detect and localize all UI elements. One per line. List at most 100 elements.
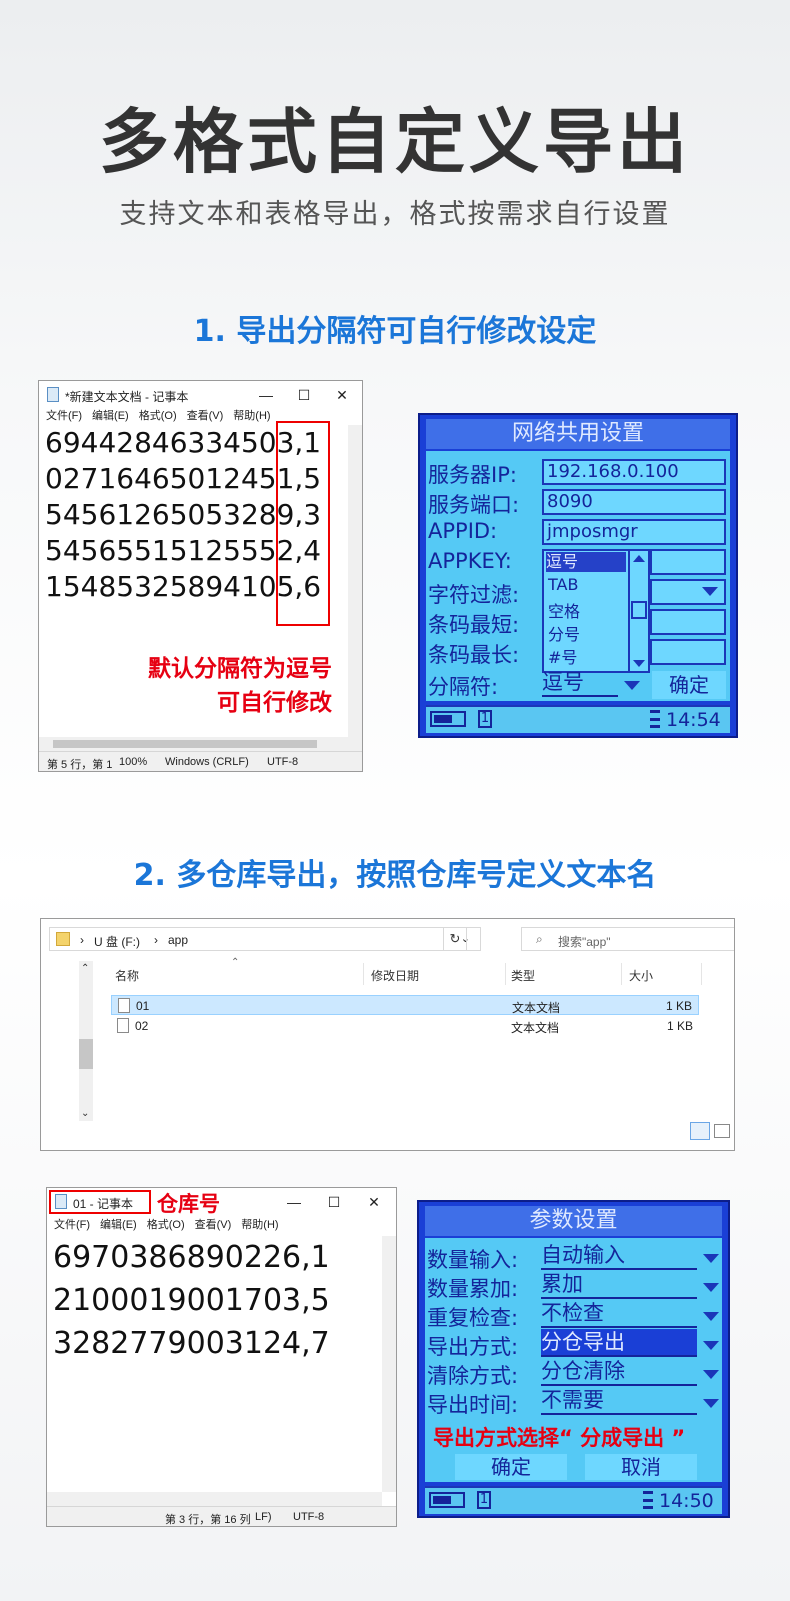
cancel-button[interactable]: 取消 xyxy=(585,1454,697,1480)
scroll-up-icon[interactable] xyxy=(633,555,645,562)
scroll-up-icon[interactable]: ⌃ xyxy=(81,963,89,974)
chevron-down-icon[interactable] xyxy=(703,1370,719,1379)
column-date[interactable]: 修改日期 xyxy=(371,967,419,984)
close-button[interactable]: ✕ xyxy=(324,383,360,407)
text-line: 2100019001703,5 xyxy=(53,1283,330,1318)
confirm-button[interactable]: 确定 xyxy=(652,671,726,699)
breadcrumb-drive[interactable]: U 盘 (F:) xyxy=(94,933,140,950)
separator-value[interactable]: 逗号 xyxy=(542,669,618,697)
minimize-button[interactable]: — xyxy=(276,1190,312,1214)
file-type: 文本文档 xyxy=(511,1021,560,1035)
notepad-text-area[interactable]: 6970386890226,1 2100019001703,5 32827790… xyxy=(53,1236,330,1365)
chevron-down-icon[interactable] xyxy=(703,1283,719,1292)
text-line: 3282779003124,7 xyxy=(53,1326,330,1361)
horizontal-scrollbar[interactable] xyxy=(39,737,348,751)
dropdown-scrollbar[interactable] xyxy=(628,551,648,671)
chevron-down-icon[interactable] xyxy=(703,1254,719,1263)
search-icon: ⌕ xyxy=(536,932,543,946)
appid-field[interactable]: jmposmgr xyxy=(542,519,726,545)
menu-file[interactable]: 文件(F) xyxy=(46,410,82,422)
lcd-clock: 14:54 xyxy=(666,709,721,731)
chevron-down-icon[interactable] xyxy=(703,1312,719,1321)
barcode-min-field[interactable] xyxy=(650,609,726,635)
column-size[interactable]: 大小 xyxy=(629,967,653,984)
breadcrumb-folder[interactable]: app xyxy=(168,933,188,947)
file-size: 1 KB xyxy=(665,999,692,1013)
duplicate-check-value[interactable]: 不检查 xyxy=(541,1300,697,1328)
nav-pane-scrollbar[interactable]: ⌃ ⌄ xyxy=(79,961,93,1121)
menu-view[interactable]: 查看(V) xyxy=(195,1219,232,1231)
chevron-down-icon[interactable] xyxy=(702,587,718,596)
lcd-label: APPKEY: xyxy=(428,549,512,573)
dropdown-option[interactable]: #号 xyxy=(548,644,577,668)
menu-edit[interactable]: 编辑(E) xyxy=(100,1219,137,1231)
column-type[interactable]: 类型 xyxy=(511,967,535,984)
lcd-header: 参数设置 xyxy=(425,1206,722,1236)
menu-format[interactable]: 格式(O) xyxy=(139,410,177,422)
qty-input-value[interactable]: 自动输入 xyxy=(541,1242,697,1270)
large-icons-view-icon[interactable] xyxy=(714,1124,730,1138)
maximize-button[interactable]: ☐ xyxy=(286,383,322,407)
scroll-down-icon[interactable] xyxy=(633,660,645,667)
address-bar[interactable]: › U 盘 (F:) › app ⌄ xyxy=(49,927,481,951)
sort-up-icon: ⌃ xyxy=(231,957,240,968)
server-port-field[interactable]: 8090 xyxy=(542,489,726,515)
file-row[interactable]: 02 文本文档 1 KB xyxy=(111,1016,699,1036)
refresh-icon[interactable]: ↻ xyxy=(443,927,467,951)
export-mode-value[interactable]: 分仓导出 xyxy=(541,1329,697,1357)
scroll-thumb[interactable] xyxy=(79,1039,93,1069)
battery-icon xyxy=(429,1492,465,1508)
lcd-label: 导出时间: xyxy=(427,1393,519,1417)
menu-format[interactable]: 格式(O) xyxy=(147,1219,185,1231)
clear-mode-value[interactable]: 分仓清除 xyxy=(541,1358,697,1386)
chevron-down-icon[interactable] xyxy=(624,681,640,690)
lcd-header: 网络共用设置 xyxy=(426,419,730,449)
vertical-scrollbar[interactable] xyxy=(348,425,362,751)
dropdown-option[interactable]: 分号 xyxy=(548,621,580,645)
dropdown-option[interactable]: 空格 xyxy=(548,598,580,622)
server-ip-field[interactable]: 192.168.0.100 xyxy=(542,459,726,485)
maximize-button[interactable]: ☐ xyxy=(316,1190,352,1214)
close-button[interactable]: ✕ xyxy=(356,1190,392,1214)
separator-dropdown-list[interactable]: 逗号 TAB 空格 分号 #号 xyxy=(542,549,650,673)
chevron-down-icon[interactable] xyxy=(703,1399,719,1408)
lcd-label: 重复检查: xyxy=(427,1306,519,1330)
status-zoom: 100% xyxy=(119,756,148,768)
file-row-selected[interactable]: 01 文本文档 1 KB xyxy=(111,995,699,1015)
folder-icon xyxy=(56,932,70,946)
search-input[interactable]: ⌕ 搜索"app" xyxy=(521,927,734,951)
dropdown-option-selected[interactable]: 逗号 xyxy=(546,552,626,572)
vertical-scrollbar[interactable] xyxy=(382,1236,396,1492)
details-view-icon[interactable] xyxy=(690,1122,710,1140)
minimize-button[interactable]: — xyxy=(248,383,284,407)
column-name[interactable]: 名称 xyxy=(115,967,139,984)
confirm-button[interactable]: 确定 xyxy=(455,1454,567,1480)
lcd-statusbar: 1 14:50 xyxy=(425,1486,722,1514)
status-eol: Windows (CRLF) xyxy=(165,756,249,768)
dropdown-option[interactable]: TAB xyxy=(548,575,578,594)
scroll-down-icon[interactable]: ⌄ xyxy=(81,1108,89,1119)
column-separator xyxy=(701,963,702,985)
menu-view[interactable]: 查看(V) xyxy=(187,410,224,422)
menu-help[interactable]: 帮助(H) xyxy=(233,410,270,422)
chevron-down-icon[interactable] xyxy=(703,1341,719,1350)
breadcrumb-sep-icon: › xyxy=(80,933,84,947)
menu-file[interactable]: 文件(F) xyxy=(54,1219,90,1231)
notepad-titlebar: 01 - 记事本 仓库号 — ☐ ✕ xyxy=(47,1188,396,1216)
export-time-value[interactable]: 不需要 xyxy=(541,1387,697,1415)
menu-edit[interactable]: 编辑(E) xyxy=(92,410,129,422)
horizontal-scrollbar[interactable] xyxy=(47,1492,382,1506)
scroll-thumb[interactable] xyxy=(631,601,647,619)
notepad-icon xyxy=(55,1194,67,1209)
battery-icon xyxy=(430,711,466,727)
lcd-label: 服务器IP: xyxy=(428,463,517,487)
menu-help[interactable]: 帮助(H) xyxy=(241,1219,278,1231)
appkey-field[interactable] xyxy=(650,549,726,575)
lcd-statusbar: 1 14:54 xyxy=(426,705,730,733)
annotation-default-separator: 默认分隔符为逗号 xyxy=(148,655,332,681)
qty-accumulate-value[interactable]: 累加 xyxy=(541,1271,697,1299)
barcode-max-field[interactable] xyxy=(650,639,726,665)
column-separator xyxy=(621,963,622,985)
signal-icon xyxy=(643,1491,653,1509)
lcd-label: 条码最长: xyxy=(428,643,520,667)
